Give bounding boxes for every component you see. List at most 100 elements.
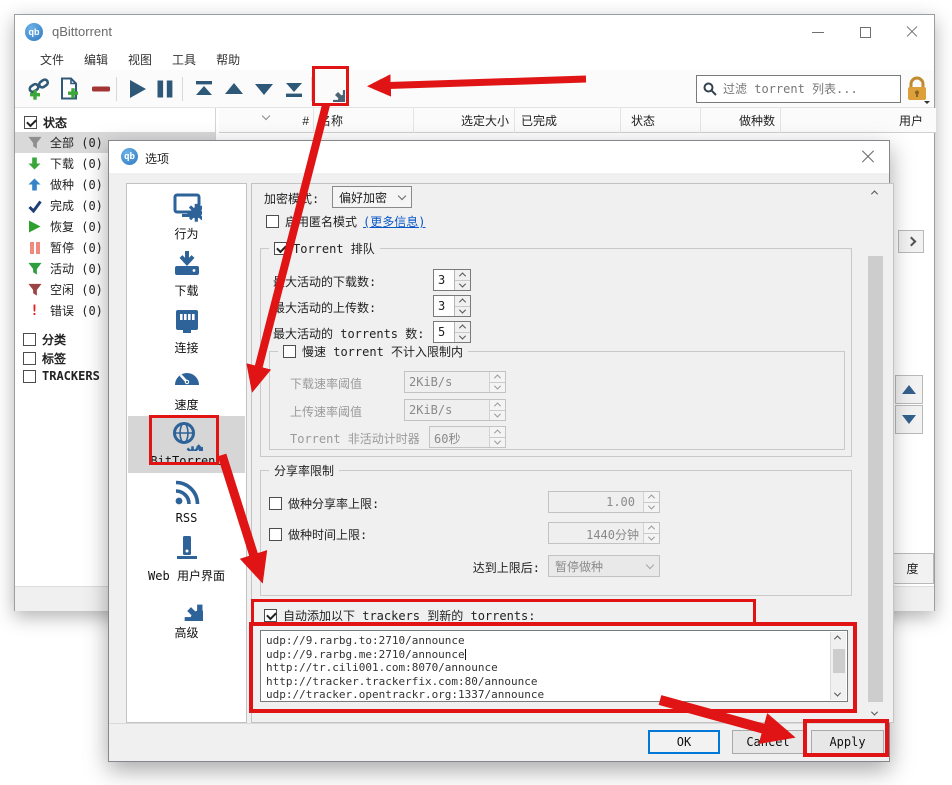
col-status[interactable]: 状态 bbox=[621, 108, 701, 133]
scrollbar-thumb[interactable] bbox=[868, 256, 883, 702]
apply-button[interactable]: Apply bbox=[811, 730, 884, 754]
seed-ratio-spinbox: 1.00 bbox=[548, 491, 660, 513]
menu-view[interactable]: 视图 bbox=[118, 49, 162, 70]
limit-action-label: 达到上限后: bbox=[473, 559, 540, 576]
toolbar-separator bbox=[116, 77, 117, 101]
dialog-close-button[interactable] bbox=[853, 145, 883, 169]
spin-down-icon[interactable] bbox=[455, 306, 470, 317]
spin-down-icon[interactable] bbox=[455, 332, 470, 343]
scrollbar-thumb[interactable] bbox=[833, 649, 845, 673]
scroll-down-button[interactable] bbox=[895, 405, 923, 434]
chevron-down-icon bbox=[398, 191, 406, 199]
pause-button[interactable] bbox=[151, 74, 179, 104]
col-done[interactable]: 已完成 bbox=[515, 108, 621, 133]
menu-bar: 文件 编辑 视图 工具 帮助 bbox=[15, 49, 934, 70]
nav-webui[interactable]: Web 用户界面 bbox=[128, 530, 245, 587]
menu-tools[interactable]: 工具 bbox=[162, 49, 206, 70]
delete-torrent-button[interactable] bbox=[87, 74, 115, 104]
col-number[interactable]: # bbox=[219, 108, 314, 133]
textarea-scrollbar[interactable] bbox=[830, 632, 846, 700]
encryption-combo[interactable]: 偏好加密 bbox=[332, 186, 412, 208]
spin-down-icon bbox=[490, 437, 505, 448]
categories-group[interactable]: 分类 bbox=[23, 331, 66, 348]
torrent-queueing-checkbox[interactable] bbox=[274, 242, 287, 255]
tracker-line: udp://tracker.opentrackr.org:1337/announ… bbox=[266, 688, 827, 702]
lock-button[interactable] bbox=[904, 76, 930, 107]
max-downloads-spinbox[interactable]: 3 bbox=[433, 269, 471, 291]
spin-up-icon[interactable] bbox=[455, 270, 470, 280]
max-torrents-spinbox[interactable]: 5 bbox=[433, 321, 471, 343]
upload-arrow-icon bbox=[27, 177, 42, 192]
scroll-up-icon[interactable] bbox=[872, 190, 877, 195]
scroll-up-button[interactable] bbox=[895, 375, 923, 404]
col-seeds[interactable]: 做种数 bbox=[701, 108, 781, 133]
check-icon bbox=[27, 198, 42, 213]
resume-button[interactable] bbox=[123, 74, 151, 104]
spin-up-icon bbox=[644, 492, 659, 502]
add-torrent-file-button[interactable] bbox=[55, 74, 83, 104]
menu-help[interactable]: 帮助 bbox=[206, 49, 250, 70]
max-downloads-label: 最大活动的下载数: bbox=[273, 273, 376, 290]
speed-panel-button-partial[interactable]: 度 bbox=[891, 553, 934, 584]
status-checkbox[interactable] bbox=[24, 116, 37, 129]
nav-advanced[interactable]: 高级 bbox=[128, 587, 245, 644]
panel-expand-button[interactable] bbox=[898, 230, 924, 253]
inactive-funnel-icon bbox=[27, 282, 42, 297]
trackers-checkbox[interactable] bbox=[23, 370, 36, 383]
move-bottom-button[interactable] bbox=[280, 74, 308, 104]
more-info-link[interactable]: (更多信息) bbox=[363, 213, 425, 230]
seed-ratio-checkbox[interactable] bbox=[269, 497, 282, 510]
dialog-title: 选项 bbox=[145, 150, 169, 167]
tags-group[interactable]: 标签 bbox=[23, 350, 66, 367]
spin-up-icon[interactable] bbox=[455, 322, 470, 332]
share-ratio-legend: 分享率限制 bbox=[269, 462, 339, 479]
inactivity-timer-label: Torrent 非活动计时器 bbox=[290, 430, 420, 447]
torrent-filter-searchbox[interactable] bbox=[696, 75, 901, 103]
cancel-button[interactable]: Cancel bbox=[732, 730, 804, 754]
maximize-button[interactable] bbox=[848, 17, 882, 47]
move-down-button[interactable] bbox=[250, 74, 278, 104]
nav-speed[interactable]: 速度 bbox=[128, 359, 245, 416]
add-torrent-link-button[interactable] bbox=[25, 74, 53, 104]
encryption-row: 加密模式: bbox=[264, 190, 319, 207]
torrent-queueing-legend: Torrent 排队 bbox=[269, 240, 380, 257]
spin-down-icon[interactable] bbox=[455, 280, 470, 291]
scroll-down-icon[interactable] bbox=[835, 692, 840, 697]
share-ratio-group: 分享率限制 做种分享率上限: 1.00 做种时间上限: 1440分钟 bbox=[260, 470, 852, 596]
menu-file[interactable]: 文件 bbox=[30, 49, 74, 70]
anonymous-mode-checkbox[interactable] bbox=[266, 215, 279, 228]
categories-checkbox[interactable] bbox=[23, 333, 36, 346]
dialog-scrollbar[interactable] bbox=[867, 185, 884, 721]
search-input[interactable] bbox=[723, 82, 883, 96]
pause-icon bbox=[154, 78, 176, 100]
col-size[interactable]: 选定大小 bbox=[414, 108, 515, 133]
ok-button[interactable]: OK bbox=[648, 730, 720, 754]
nav-bittorrent[interactable]: BitTorrent bbox=[128, 416, 245, 473]
move-top-button[interactable] bbox=[190, 74, 218, 104]
options-button[interactable] bbox=[318, 74, 346, 104]
auto-add-trackers-checkbox[interactable] bbox=[264, 609, 277, 622]
options-dialog: qb 选项 行为 下载 bbox=[108, 140, 890, 762]
nav-behavior[interactable]: 行为 bbox=[128, 188, 245, 245]
scroll-down-icon[interactable] bbox=[872, 711, 877, 716]
minimize-button[interactable] bbox=[801, 17, 835, 47]
spin-up-icon[interactable] bbox=[455, 296, 470, 306]
col-peers[interactable]: 用户 bbox=[781, 108, 933, 133]
scroll-up-icon[interactable] bbox=[835, 635, 840, 640]
max-uploads-spinbox[interactable]: 3 bbox=[433, 295, 471, 317]
trackers-textarea[interactable]: udp://9.rarbg.to:2710/announce udp://9.r… bbox=[260, 630, 848, 702]
options-nav-list: 行为 下载 连接 bbox=[126, 183, 247, 723]
col-name[interactable]: 名称 bbox=[314, 108, 414, 133]
menu-edit[interactable]: 编辑 bbox=[74, 49, 118, 70]
tags-checkbox[interactable] bbox=[23, 352, 36, 365]
slow-torrent-checkbox[interactable] bbox=[283, 345, 296, 358]
dialog-title-bar: qb 选项 bbox=[109, 141, 889, 173]
close-button[interactable] bbox=[895, 17, 929, 47]
move-up-button[interactable] bbox=[220, 74, 248, 104]
nav-connection[interactable]: 连接 bbox=[128, 302, 245, 359]
trackers-group[interactable]: TRACKERS bbox=[23, 369, 100, 383]
nav-downloads[interactable]: 下载 bbox=[128, 245, 245, 302]
seed-time-checkbox[interactable] bbox=[269, 528, 282, 541]
dl-threshold-label: 下载速率阈值 bbox=[290, 375, 362, 392]
nav-rss[interactable]: RSS bbox=[128, 473, 245, 530]
